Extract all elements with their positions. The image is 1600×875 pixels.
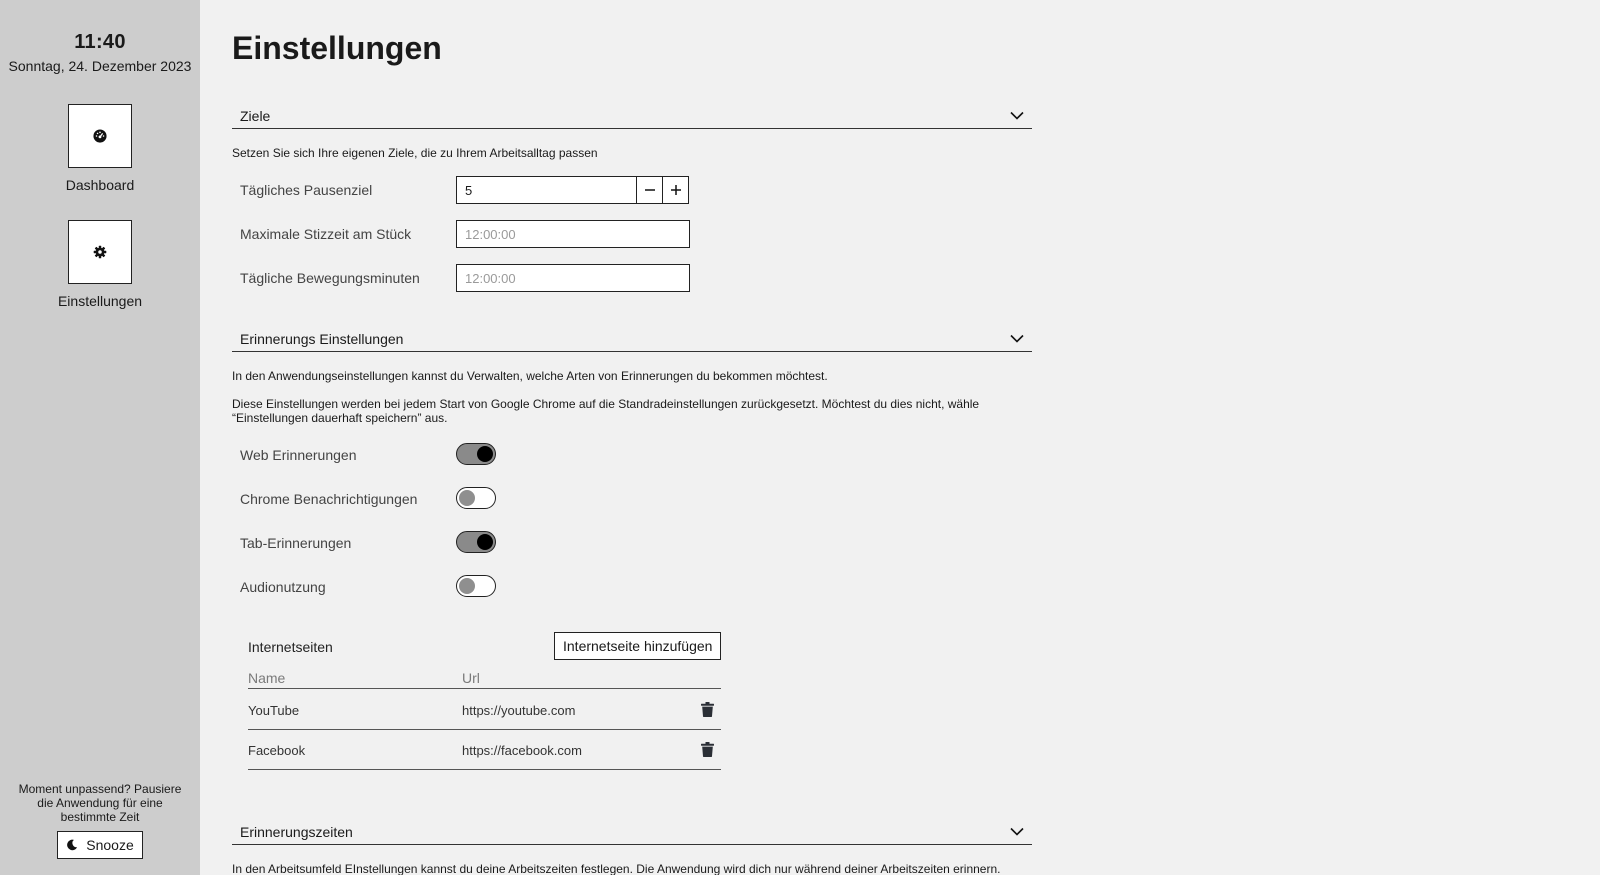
- plus-icon: [670, 185, 681, 195]
- site-name: Facebook: [248, 743, 306, 758]
- max-sitting-input[interactable]: 12:00:00: [456, 220, 690, 248]
- table-row: Facebook https://facebook.com: [248, 730, 721, 770]
- section-header-reminder-times[interactable]: Erinnerungszeiten: [232, 819, 1032, 845]
- site-url: https://facebook.com: [462, 743, 582, 758]
- add-website-button[interactable]: Internetseite hinzufügen: [554, 632, 722, 660]
- max-sitting-label: Maximale Stizzeit am Stück: [240, 226, 412, 242]
- snooze-label: Snooze: [86, 837, 134, 853]
- page-title: Einstellungen: [232, 30, 442, 66]
- daily-movement-input[interactable]: 12:00:00: [456, 264, 690, 292]
- section-title-goals: Ziele: [240, 107, 271, 124]
- dashboard-gauge-icon: [93, 129, 107, 143]
- chevron-down-icon: [1010, 827, 1024, 836]
- section-title-reminders: Erinnerungs Einstellungen: [240, 330, 404, 347]
- toggle-label-audio: Audionutzung: [240, 579, 326, 595]
- settings-button[interactable]: [68, 220, 132, 284]
- clock: 11:40: [74, 31, 126, 53]
- toggle-label-tab-reminders: Tab-Erinnerungen: [240, 535, 352, 551]
- daily-break-label: Tägliches Pausenziel: [240, 182, 373, 198]
- toggle-knob: [459, 490, 475, 506]
- column-header-url: Url: [462, 670, 480, 686]
- section-header-reminders[interactable]: Erinnerungs Einstellungen: [232, 326, 1032, 352]
- decrement-button[interactable]: [636, 176, 663, 204]
- toggle-knob: [477, 446, 493, 462]
- websites-title: Internetseiten: [248, 639, 333, 655]
- toggle-web-reminders[interactable]: [456, 443, 496, 465]
- column-header-name: Name: [248, 670, 286, 686]
- dashboard-button[interactable]: [68, 104, 132, 168]
- toggle-knob: [477, 534, 493, 550]
- toggle-tab-reminders[interactable]: [456, 531, 496, 553]
- increment-button[interactable]: [662, 176, 689, 204]
- nav-item-settings[interactable]: Einstellungen: [58, 220, 142, 309]
- nav-label-settings: Einstellungen: [57, 293, 143, 309]
- reminders-description-1: In den Anwendungseinstellungen kannst du…: [232, 369, 828, 383]
- toggle-label-web-reminders: Web Erinnerungen: [240, 447, 357, 463]
- websites-table-header: Name Url: [248, 667, 721, 689]
- current-date: Sonntag, 24. Dezember 2023: [8, 58, 192, 74]
- nav-label-dashboard: Dashboard: [65, 177, 135, 193]
- table-row: YouTube https://youtube.com: [248, 690, 721, 730]
- section-header-goals[interactable]: Ziele: [232, 103, 1032, 129]
- chevron-down-icon: [1010, 334, 1024, 343]
- site-url: https://youtube.com: [462, 703, 576, 718]
- gear-icon: [93, 245, 107, 259]
- daily-break-input[interactable]: 5: [456, 176, 637, 204]
- toggle-knob: [459, 578, 475, 594]
- toggle-label-chrome-notifications: Chrome Benachrichtigungen: [240, 491, 418, 507]
- toggle-audio[interactable]: [456, 575, 496, 597]
- snooze-hint: Moment unpassend? Pausiere die Anwendung…: [18, 782, 182, 824]
- reminders-description-2: Diese Einstellungen werden bei jedem Sta…: [232, 397, 980, 425]
- goals-description: Setzen Sie sich Ihre eigenen Ziele, die …: [232, 146, 598, 160]
- snooze-button[interactable]: Snooze: [57, 831, 143, 859]
- chevron-down-icon: [1010, 111, 1024, 120]
- snooze-area: Moment unpassend? Pausiere die Anwendung…: [0, 782, 200, 859]
- reminder-times-description: In den Arbeitsumfeld EInstellungen kanns…: [232, 862, 1001, 875]
- minus-icon: [644, 189, 655, 191]
- trash-icon[interactable]: [701, 702, 714, 717]
- daily-movement-label: Tägliche Bewegungsminuten: [240, 270, 420, 286]
- trash-icon[interactable]: [701, 742, 714, 757]
- site-name: YouTube: [248, 703, 300, 718]
- toggle-chrome-notifications[interactable]: [456, 487, 496, 509]
- section-title-reminder-times: Erinnerungszeiten: [240, 823, 353, 840]
- nav-item-dashboard[interactable]: Dashboard: [65, 104, 135, 193]
- sidebar: 11:40 Sonntag, 24. Dezember 2023 Dashboa…: [0, 0, 200, 875]
- moon-icon: [67, 839, 78, 851]
